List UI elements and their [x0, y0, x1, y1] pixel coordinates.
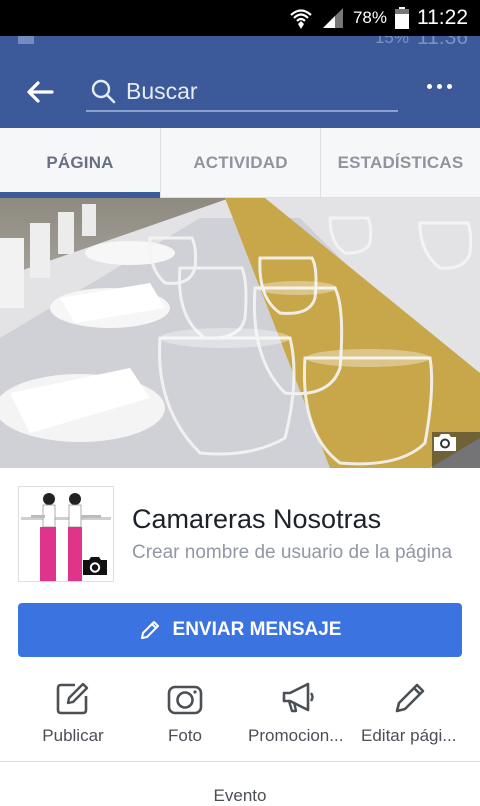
wifi-icon	[290, 9, 312, 29]
promote-action[interactable]: Promocion...	[238, 676, 358, 762]
battery-percent: 78%	[352, 8, 387, 27]
send-message-label: ENVIAR MENSAJE	[172, 619, 342, 640]
edit-page-action[interactable]: Editar pági...	[350, 676, 470, 762]
search-icon	[91, 79, 116, 104]
camera-icon	[167, 685, 203, 715]
tab-actividad[interactable]: ACTIVIDAD	[160, 128, 320, 198]
ghost-icon	[18, 36, 34, 44]
app-bar: Buscar	[0, 56, 480, 128]
create-username-link[interactable]: Crear nombre de usuario de la página	[132, 542, 452, 564]
more-options-icon[interactable]	[427, 84, 452, 89]
pencil-icon	[140, 621, 159, 639]
cover-camera-button[interactable]	[432, 432, 480, 468]
status-bar: 78% 11:22	[0, 0, 480, 36]
event-item-label[interactable]: Evento	[0, 786, 480, 806]
back-arrow-icon[interactable]	[24, 76, 56, 108]
tab-pagina[interactable]: PÁGINA	[0, 128, 160, 198]
edit-page-label: Editar pági...	[361, 726, 457, 745]
photo-action[interactable]: Foto	[125, 676, 245, 762]
ghost-battery-percent: 15%	[374, 36, 409, 47]
page-tabs: PÁGINA ACTIVIDAD ESTADÍSTICAS	[0, 128, 480, 198]
signal-icon	[322, 8, 343, 28]
publish-action[interactable]: Publicar	[13, 676, 133, 762]
search-placeholder: Buscar	[126, 78, 198, 104]
clock: 11:22	[417, 6, 468, 29]
page-actions: Publicar Foto Promocion... Editar pági..…	[0, 676, 480, 762]
ghost-status-bar: 15% 11:36	[0, 36, 480, 56]
megaphone-icon	[282, 682, 314, 713]
pencil-icon	[395, 683, 425, 713]
tab-estadisticas[interactable]: ESTADÍSTICAS	[320, 128, 480, 198]
ghost-clock: 11:36	[417, 36, 468, 49]
cover-photo-image	[0, 198, 480, 468]
promote-label: Promocion...	[248, 726, 344, 745]
photo-label: Foto	[167, 726, 203, 745]
publish-label: Publicar	[42, 726, 104, 745]
edit-square-icon	[56, 682, 89, 715]
page-name: Camareras Nosotras	[132, 504, 382, 534]
send-message-button[interactable]: ENVIAR MENSAJE	[18, 603, 462, 657]
profile-camera-icon[interactable]	[81, 555, 109, 577]
camera-icon	[434, 434, 456, 451]
profile-picture[interactable]	[18, 486, 114, 582]
search-field[interactable]: Buscar	[86, 70, 398, 112]
battery-icon	[395, 7, 409, 29]
cover-photo[interactable]	[0, 198, 480, 468]
